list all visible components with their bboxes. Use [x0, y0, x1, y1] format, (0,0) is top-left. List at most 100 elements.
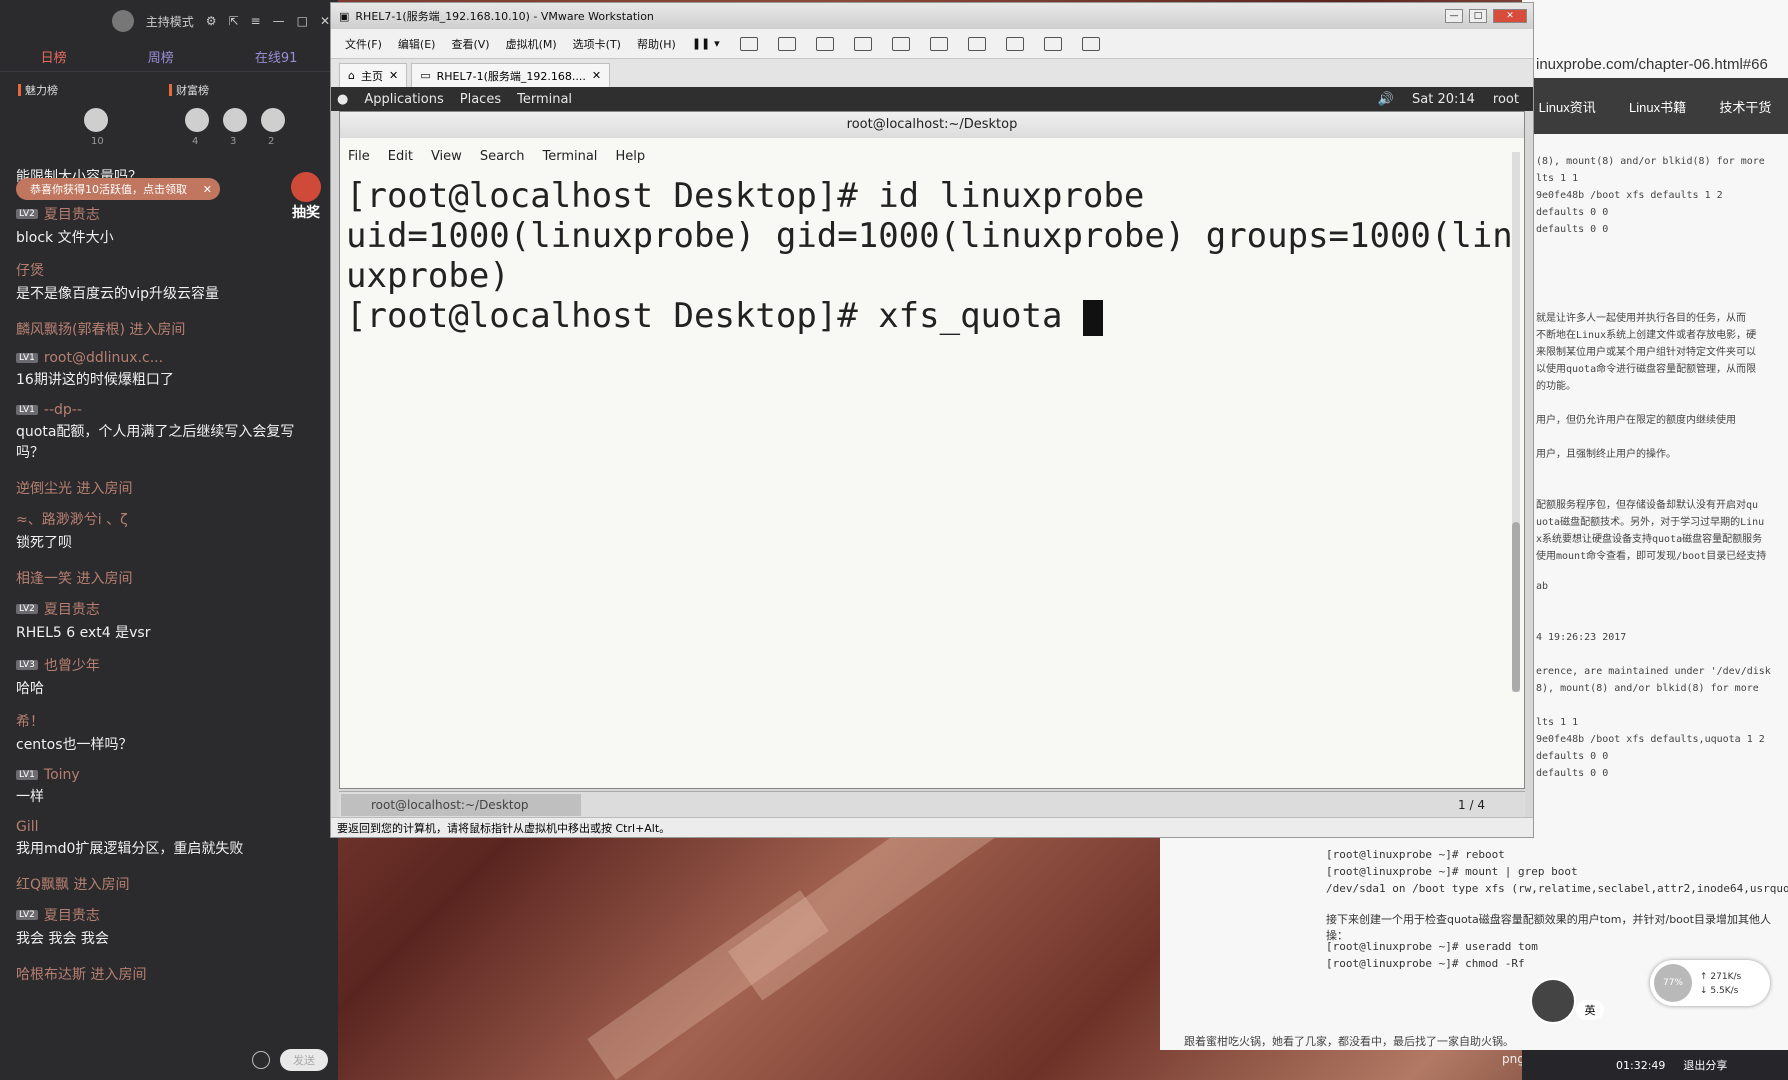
tab-label: 主页 — [360, 69, 383, 83]
user-menu[interactable]: root — [1493, 92, 1519, 107]
rank-avatar[interactable]: 4 — [185, 108, 209, 147]
chat-user[interactable]: LV2 夏目贵志 — [16, 905, 322, 925]
workspace-indicator[interactable]: 1 / 4 — [1458, 798, 1485, 812]
wealth-rank-label: 财富榜 — [169, 82, 320, 98]
menu-vm[interactable]: 虚拟机(M) — [506, 36, 557, 52]
menu-tabs[interactable]: 选项卡(T) — [573, 36, 621, 52]
enter-room-notice: 哈根布达斯 进入房间 — [16, 967, 147, 983]
news-tip[interactable]: 跟着蜜柑吃火锅，她看了几家，都没看中，最后找了一家自助火锅。 — [1160, 1030, 1660, 1052]
fullscreen-icon[interactable] — [967, 36, 986, 51]
close-icon[interactable]: ✕ — [389, 69, 398, 82]
pause-icon[interactable]: ❚❚ ▾ — [692, 37, 720, 50]
clock[interactable]: Sat 20:14 — [1412, 92, 1475, 107]
url-bar[interactable]: inuxprobe.com/chapter-06.html#66 — [1536, 56, 1768, 73]
menu-view[interactable]: 查看(V) — [451, 36, 489, 52]
chat-user[interactable]: 希！ — [16, 711, 322, 731]
article-line: lts 1 1 — [1536, 717, 1579, 728]
thumbnail-icon[interactable] — [929, 36, 948, 51]
nav-linux-news[interactable]: Linux资讯 — [1539, 97, 1596, 116]
chat-message: LV2 夏目贵志 RHEL5 6 ext4 是vsr — [0, 599, 338, 644]
chat-user[interactable]: LV2 夏目贵志 — [16, 204, 322, 224]
chat-user[interactable]: 仔煲 — [16, 260, 322, 280]
ranking-section: 魅力榜 10 财富榜 4 3 2 — [0, 72, 338, 147]
close-icon[interactable]: ✕ — [592, 69, 601, 82]
minimize-icon[interactable]: — — [273, 14, 285, 28]
chat-tabs: 日榜 周榜 在线91 — [0, 42, 338, 72]
chat-user[interactable]: LV1 Toiny — [16, 767, 322, 783]
chat-username: Toiny — [43, 767, 80, 783]
tab-vm[interactable]: ▭ RHEL7-1(服务端_192.168.... ✕ — [411, 63, 611, 87]
article-line: 9e0fe48b /boot xfs defaults 1 2 — [1536, 190, 1723, 201]
article-line: x系统要想让硬盘设备支持quota磁盘容量配额服务 — [1536, 534, 1763, 545]
menu-file[interactable]: 文件(F) — [345, 36, 382, 52]
menu-terminal[interactable]: Terminal — [542, 149, 597, 164]
send-ctrl-alt-del-icon[interactable] — [739, 36, 758, 51]
unity-icon[interactable] — [1005, 36, 1024, 51]
chat-message: ≈、路渺渺兮i 、ζ 锁死了呗 — [0, 509, 338, 554]
chat-user[interactable]: LV1 root@ddlinux.c... — [16, 350, 322, 366]
applications-menu[interactable]: Applications — [364, 92, 443, 107]
send-button[interactable]: 发送 — [280, 1049, 328, 1071]
menu-search[interactable]: Search — [480, 149, 525, 164]
ime-indicator[interactable]: 英 — [1576, 1000, 1604, 1020]
snapshot-manager-icon[interactable] — [853, 36, 872, 51]
rank-avatar[interactable]: 2 — [261, 108, 285, 147]
rank-avatar[interactable]: 10 — [84, 108, 108, 147]
menu-edit[interactable]: Edit — [388, 149, 413, 164]
lottery-button[interactable]: 抽奖 — [286, 172, 326, 221]
tab-home[interactable]: ⌂ 主页 ✕ — [339, 63, 408, 87]
article-line — [1536, 258, 1788, 275]
nav-linux-books[interactable]: Linux书籍 — [1629, 97, 1686, 116]
menu-help[interactable]: 帮助(H) — [637, 36, 676, 52]
snapshot-restore-icon[interactable] — [815, 36, 834, 51]
activity-toast[interactable]: 恭喜你获得10活跃值，点击领取 ✕ — [16, 178, 220, 200]
article-text: (8), mount(8) and/or blkid(8) for more lt… — [1536, 156, 1788, 785]
article-line: ab — [1536, 581, 1549, 592]
article-line — [1536, 428, 1788, 445]
menu-edit[interactable]: 编辑(E) — [398, 36, 436, 52]
menu-icon[interactable]: ≡ — [251, 14, 261, 28]
chat-user[interactable]: LV3 也曾少年 — [16, 655, 322, 675]
close-icon[interactable]: ✕ — [320, 14, 330, 28]
volume-icon[interactable]: 🔊 — [1378, 92, 1394, 107]
chat-text: 16期讲这的时候爆粗口了 — [16, 372, 174, 388]
maximize-button[interactable]: □ — [1469, 9, 1487, 23]
snapshot-icon[interactable] — [777, 36, 796, 51]
taskbar-terminal[interactable]: root@localhost:~/Desktop — [341, 793, 581, 816]
chat-user[interactable]: LV2 夏目贵志 — [16, 599, 322, 619]
close-button[interactable]: ✕ — [1493, 9, 1527, 23]
places-menu[interactable]: Places — [460, 92, 501, 107]
emoji-icon[interactable] — [252, 1051, 270, 1069]
close-icon[interactable]: ✕ — [203, 183, 212, 196]
scrollbar-thumb[interactable] — [1512, 522, 1520, 692]
menu-view[interactable]: View — [431, 149, 462, 164]
maximize-icon[interactable]: □ — [297, 14, 308, 28]
level-badge: LV2 — [16, 604, 38, 614]
enter-room-notice: 相逢一笑 进入房间 — [16, 571, 133, 587]
console-icon[interactable] — [1043, 36, 1062, 51]
menu-file[interactable]: File — [348, 149, 370, 164]
tab-weekly[interactable]: 周榜 — [138, 43, 184, 70]
vmware-tabs: ⌂ 主页 ✕ ▭ RHEL7-1(服务端_192.168.... ✕ — [331, 59, 1533, 87]
menu-help[interactable]: Help — [615, 149, 645, 164]
terminal-output[interactable]: [root@localhost Desktop]# id linuxprobe u… — [340, 168, 1524, 758]
share-icon[interactable]: ⇱ — [228, 14, 238, 28]
chat-message: Gill 我用md0扩展逻辑分区，重启就失败 — [0, 819, 338, 860]
chat-user[interactable]: LV1 --dp-- — [16, 402, 322, 418]
chat-user[interactable]: Gill — [16, 819, 322, 835]
minimize-button[interactable]: — — [1445, 9, 1463, 23]
tab-online[interactable]: 在线91 — [245, 43, 308, 70]
library-icon[interactable] — [891, 36, 910, 51]
article-line — [1536, 649, 1788, 666]
exit-share-button[interactable]: 退出分享 — [1683, 1057, 1727, 1073]
settings-icon[interactable]: ⚙ — [206, 14, 217, 28]
terminal-menu[interactable]: Terminal — [517, 92, 572, 107]
scrollbar[interactable] — [1512, 152, 1520, 692]
nav-tech[interactable]: 技术干货 — [1719, 97, 1771, 116]
code-line: /dev/sda1 on /boot type xfs (rw,relatime… — [1326, 882, 1788, 895]
enter-room-notice: 逆倒尘光 进入房间 — [16, 481, 133, 497]
tab-daily[interactable]: 日榜 — [31, 43, 77, 70]
stretch-icon[interactable] — [1081, 36, 1100, 51]
rank-avatar[interactable]: 3 — [223, 108, 247, 147]
chat-user[interactable]: ≈、路渺渺兮i 、ζ — [16, 509, 322, 529]
